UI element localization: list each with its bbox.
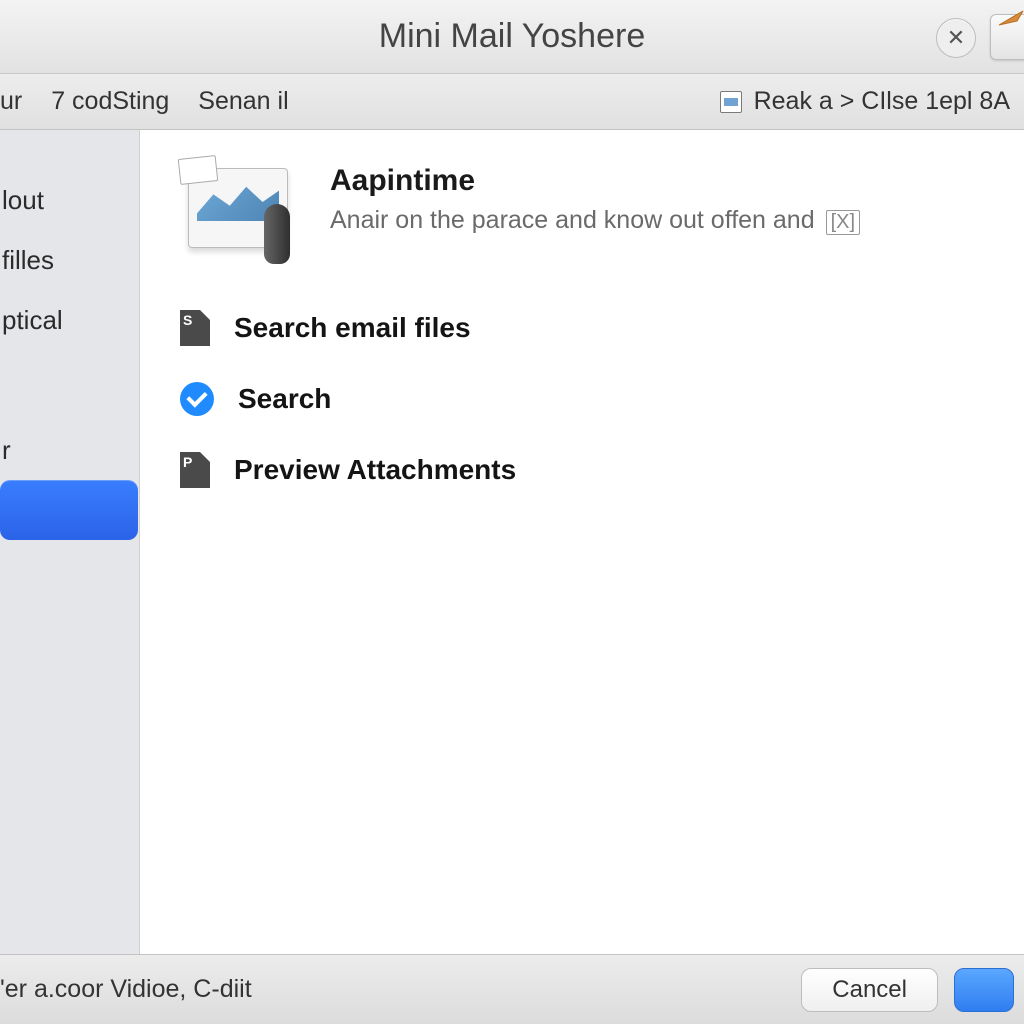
toolbar: ur 7 codSting Senan il Reak a > CIlse 1e… <box>0 74 1024 130</box>
sidebar-item-4-selected[interactable] <box>0 480 138 540</box>
option-preview-attachments[interactable]: P Preview Attachments <box>180 452 984 488</box>
hero-app-icon <box>180 164 300 260</box>
option-label: Search email files <box>234 312 471 344</box>
sidebar-gap <box>0 350 139 420</box>
hero-subtitle: Anair on the parace and know out offen a… <box>330 206 860 235</box>
close-button[interactable]: ✕ <box>936 18 976 58</box>
option-label: Preview Attachments <box>234 454 516 486</box>
sidebar-item-label: ptical <box>2 305 63 336</box>
footer: 'er a.coor Vidioe, C-diit Cancel <box>0 954 1024 1024</box>
breadcrumb[interactable]: Reak a > CIlse 1epl 8A <box>754 87 1010 116</box>
aux-window-button[interactable] <box>990 14 1024 60</box>
hero-section: Aapintime Anair on the parace and know o… <box>180 164 984 260</box>
toolbar-item-2[interactable]: Senan il <box>198 87 288 115</box>
sidebar-item-3[interactable]: r <box>0 420 139 480</box>
sidebar-item-label: filles <box>2 245 54 276</box>
option-search[interactable]: Search <box>180 382 984 416</box>
content-pane: Aapintime Anair on the parace and know o… <box>140 130 1024 954</box>
sidebar-item-label: lout <box>2 185 44 216</box>
hero-text: Aapintime Anair on the parace and know o… <box>330 164 860 235</box>
option-label: Search <box>238 383 331 415</box>
body: lout filles ptical r Aapintime Anair on … <box>0 130 1024 954</box>
checkmark-icon <box>180 382 214 416</box>
document-s-icon: S <box>180 310 210 346</box>
titlebar: Mini Mail Yoshere ✕ <box>0 0 1024 74</box>
toolbar-item-0[interactable]: ur <box>0 87 22 115</box>
toolbar-left: ur 7 codSting Senan il <box>0 87 311 116</box>
sidebar-item-2[interactable]: ptical <box>0 290 139 350</box>
toolbar-right: Reak a > CIlse 1epl 8A <box>720 87 1010 116</box>
close-icon: ✕ <box>947 25 965 51</box>
hero-trail-box: [X] <box>826 210 860 235</box>
footer-status: 'er a.coor Vidioe, C-diit <box>0 975 252 1004</box>
window-title: Mini Mail Yoshere <box>379 17 645 56</box>
confirm-button[interactable] <box>954 968 1014 1012</box>
footer-actions: Cancel <box>801 968 1014 1012</box>
feather-icon <box>997 9 1024 27</box>
sidebar: lout filles ptical r <box>0 130 140 954</box>
sidebar-item-label: r <box>2 435 11 466</box>
sidebar-item-1[interactable]: filles <box>0 230 139 290</box>
toolbar-item-1[interactable]: 7 codSting <box>51 87 169 115</box>
breadcrumb-file-icon <box>720 91 742 113</box>
sidebar-item-0[interactable]: lout <box>0 170 139 230</box>
document-p-icon: P <box>180 452 210 488</box>
cancel-button[interactable]: Cancel <box>801 968 938 1012</box>
option-search-email-files[interactable]: S Search email files <box>180 310 984 346</box>
hero-title: Aapintime <box>330 164 860 198</box>
